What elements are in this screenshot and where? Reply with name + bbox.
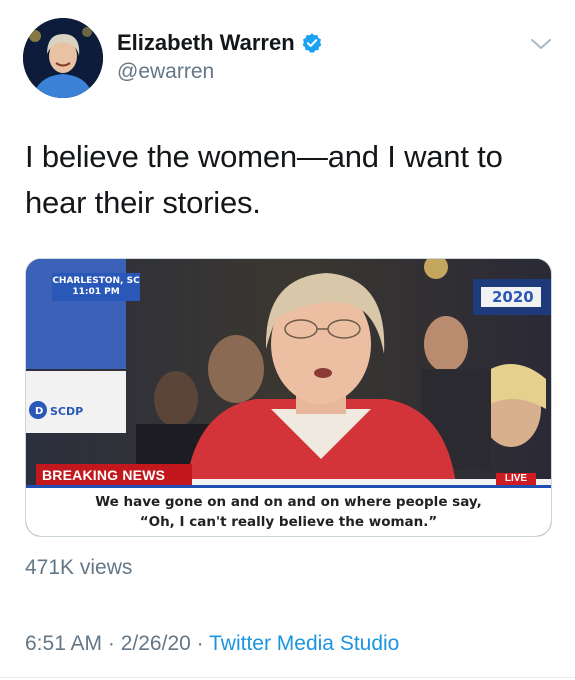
svg-text:D: D — [35, 406, 43, 417]
video-player[interactable]: D CHARLESTON, SC 11:01 PM SCDP 2020 BREA… — [25, 258, 552, 537]
location-badge: CHARLESTON, SC 11:01 PM — [52, 273, 140, 301]
avatar[interactable] — [23, 18, 103, 98]
live-badge: LIVE — [496, 473, 536, 485]
tweet-text: I believe the women—and I want to hear t… — [25, 134, 545, 226]
chevron-down-icon[interactable] — [530, 36, 552, 52]
tweet-date[interactable]: 2/26/20 — [121, 632, 191, 655]
tweet-meta: 6:51 AM · 2/26/20 · Twitter Media Studio — [25, 632, 399, 656]
video-caption: We have gone on and on and on where peop… — [26, 485, 551, 536]
verified-badge-icon — [302, 33, 322, 53]
user-handle[interactable]: @ewarren — [117, 60, 214, 84]
meta-separator: · — [102, 632, 121, 655]
tweet-text-line-2: hear their stories. — [25, 185, 261, 220]
caption-line-2: “Oh, I can't really believe the woman.” — [139, 514, 438, 530]
tweet-source-link[interactable]: Twitter Media Studio — [209, 632, 399, 655]
avatar-image — [23, 18, 103, 98]
tweet-time[interactable]: 6:51 AM — [25, 632, 102, 655]
display-name[interactable]: Elizabeth Warren — [117, 30, 295, 56]
sign-left-label: SCDP — [50, 405, 84, 418]
broadcast-time: 11:01 PM — [72, 287, 120, 297]
view-count: 471K views — [25, 556, 133, 579]
meta-separator: · — [190, 632, 210, 655]
divider — [0, 677, 575, 678]
caption-line-1: We have gone on and on and on where peop… — [95, 494, 482, 510]
breaking-news-banner: BREAKING NEWS — [36, 464, 192, 486]
tweet-text-line-1: I believe the women—and I want to — [25, 139, 503, 174]
sign-right-label: 2020 — [492, 288, 534, 306]
location-label: CHARLESTON, SC — [52, 276, 140, 286]
